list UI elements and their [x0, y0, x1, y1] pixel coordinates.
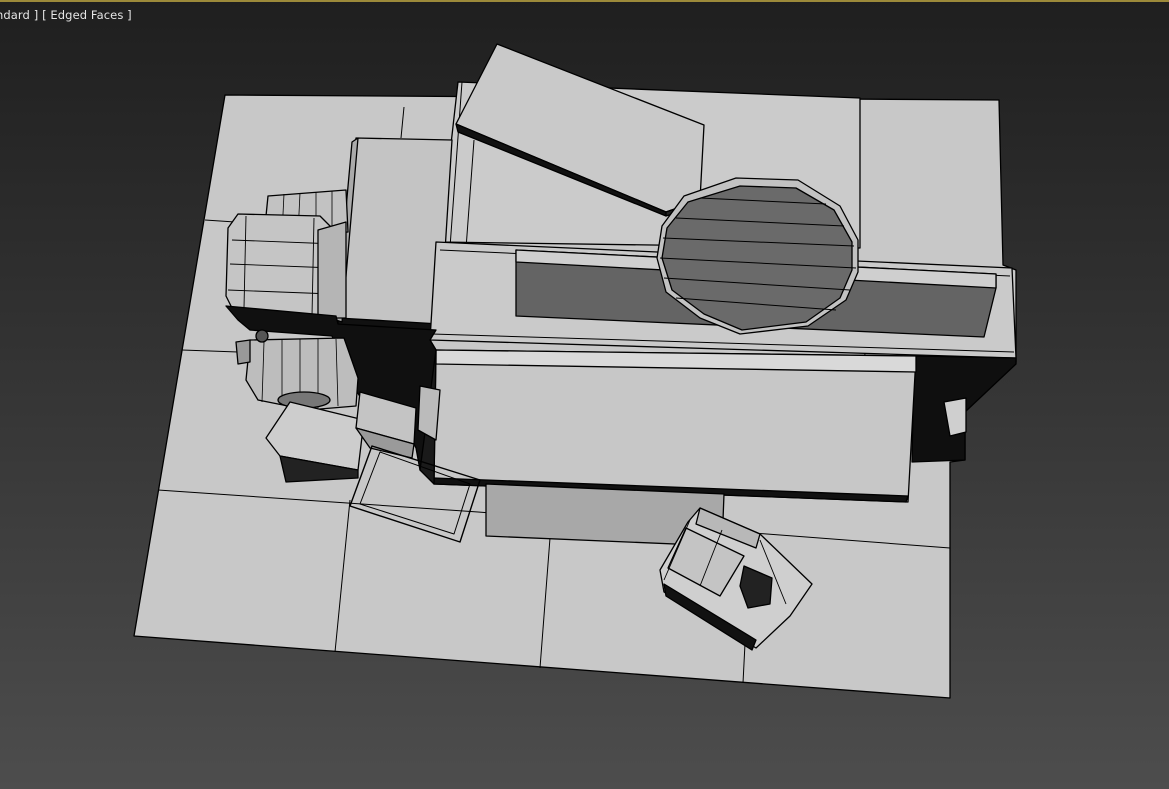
perspective-viewport[interactable]: ndard ] [ Edged Faces ]	[0, 0, 1169, 789]
small-bracket[interactable]	[417, 385, 441, 441]
knob-icon[interactable]	[255, 329, 269, 343]
lower-drum[interactable]	[245, 337, 359, 411]
left-gear-housing[interactable]	[225, 213, 347, 319]
viewport-label[interactable]: ndard ] [ Edged Faces ]	[0, 8, 132, 22]
scene-render[interactable]	[0, 0, 1169, 789]
shading-mode-label[interactable]: ndard ]	[0, 8, 38, 22]
front-large-block[interactable]	[433, 349, 917, 503]
edges-mode-label[interactable]: [ Edged Faces ]	[42, 8, 132, 22]
